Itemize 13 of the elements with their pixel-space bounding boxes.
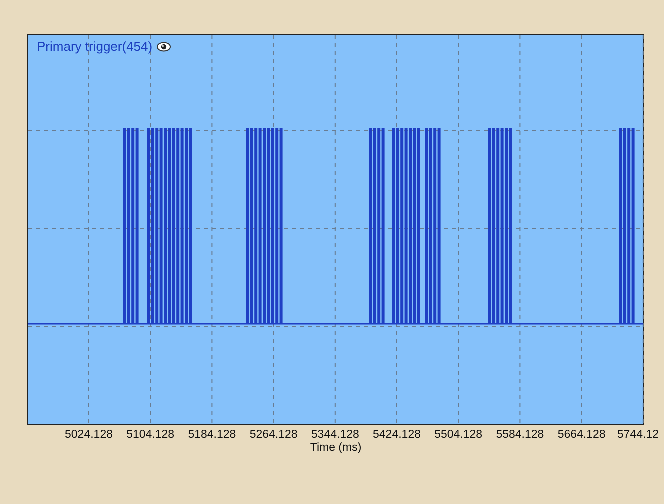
tick-label: 5264.128 bbox=[250, 428, 298, 442]
tick-label: 5184.128 bbox=[188, 428, 236, 442]
tick-label: 5664.128 bbox=[558, 428, 606, 442]
axis-label: Time (ms) bbox=[310, 442, 362, 455]
tick-label: 5024.128 bbox=[65, 428, 113, 442]
trace-label: Primary trigger(454) bbox=[37, 38, 153, 56]
tick-label: 5344.128 bbox=[311, 428, 360, 442]
tick-label: 5584.128 bbox=[496, 428, 544, 442]
tick-label: 5424.128 bbox=[373, 428, 421, 442]
tick-label: 5104.128 bbox=[126, 428, 175, 442]
tick-label: 5504.128 bbox=[434, 428, 483, 442]
eye-icon[interactable] bbox=[156, 42, 171, 52]
tick-label: 5744.12 bbox=[617, 428, 659, 442]
